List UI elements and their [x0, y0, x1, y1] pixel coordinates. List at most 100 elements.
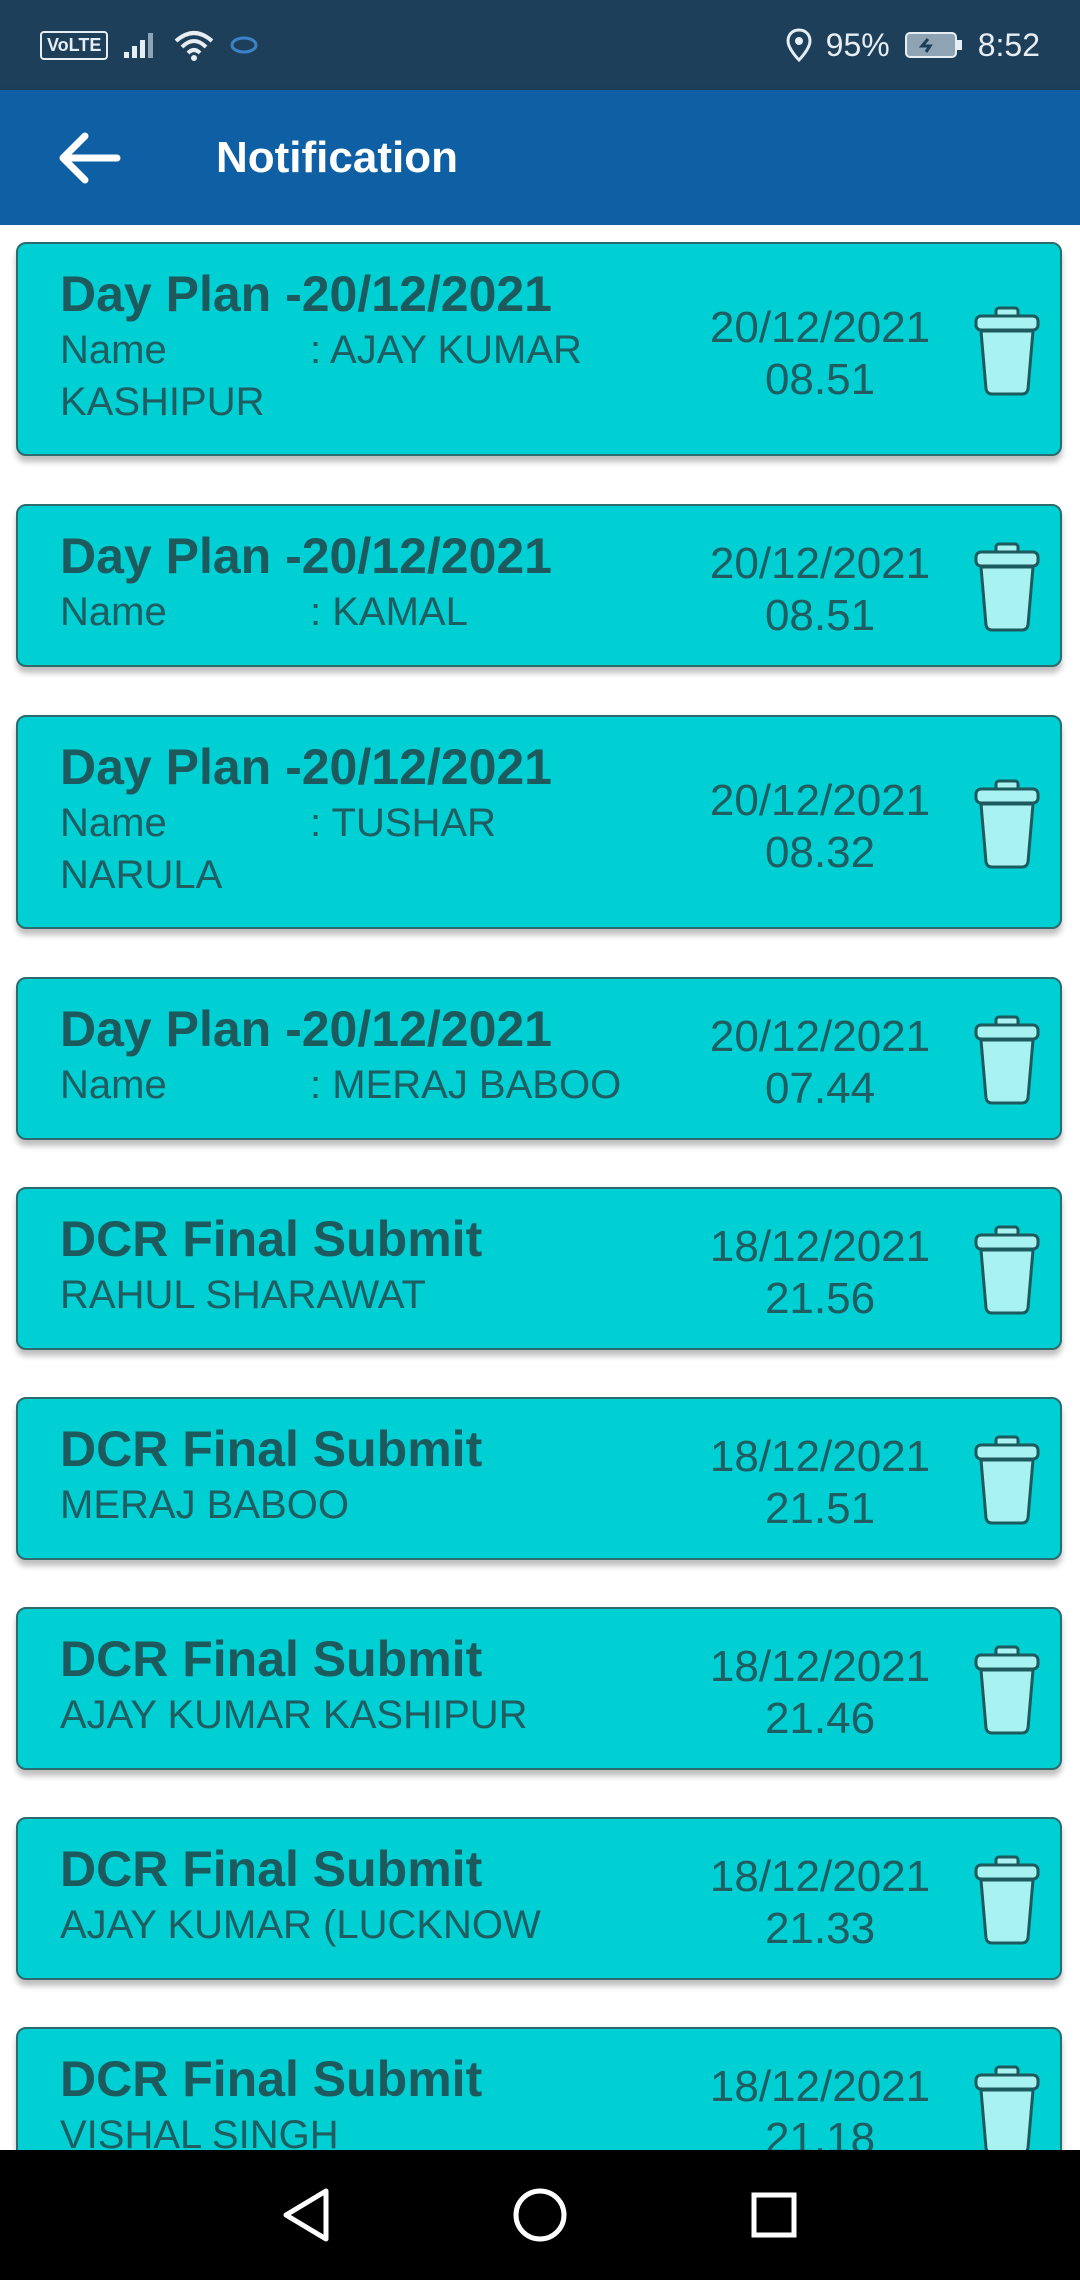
app-bar: Notification [0, 90, 1080, 225]
delete-button[interactable] [966, 1221, 1048, 1319]
notification-date: 20/12/2021 [709, 1012, 931, 1061]
location-icon [786, 28, 812, 62]
notification-name-line: Name: MERAJ BABOO [60, 1059, 660, 1111]
system-nav-bar [0, 2150, 1080, 2280]
delete-button[interactable] [966, 2061, 1048, 2150]
notification-name-line: Name: TUSHAR [60, 797, 660, 849]
back-triangle-icon [278, 2185, 334, 2245]
trash-icon [972, 1644, 1042, 1736]
notification-content: DCR Final Submit AJAY KUMAR KASHIPUR [60, 1629, 660, 1741]
notification-content: DCR Final Submit MERAJ BABOO [60, 1419, 660, 1531]
volte-badge: VoLTE [40, 30, 109, 60]
notification-time: 21.33 [764, 1904, 876, 1953]
notification-title: DCR Final Submit [60, 1421, 483, 1477]
name-label: Name [60, 801, 167, 845]
arrow-back-icon [53, 128, 123, 188]
name-value-continued: NARULA [60, 853, 223, 897]
delete-button[interactable] [966, 538, 1048, 636]
notification-text: AJAY KUMAR KASHIPUR [60, 1693, 528, 1737]
notification-date: 18/12/2021 [709, 1432, 931, 1481]
name-label: Name [60, 328, 167, 372]
trash-icon [972, 541, 1042, 633]
notification-content: DCR Final Submit AJAY KUMAR (LUCKNOW [60, 1839, 660, 1951]
notification-datetime: 18/12/2021 21.51 [690, 1431, 950, 1535]
notification-datetime: 20/12/2021 08.51 [690, 302, 950, 406]
name-value: KAMAL [332, 590, 468, 634]
home-circle-icon [510, 2185, 570, 2245]
notification-datetime: 18/12/2021 21.46 [690, 1641, 950, 1745]
notification-content: DCR Final Submit RAHUL SHARAWAT [60, 1209, 660, 1321]
notification-text: VISHAL SINGH [60, 2113, 339, 2150]
notification-card[interactable]: DCR Final Submit VISHAL SINGH 18/12/2021… [16, 2027, 1062, 2150]
notification-date: 18/12/2021 [709, 1642, 931, 1691]
notification-datetime: 20/12/2021 07.44 [690, 1011, 950, 1115]
notification-date: 20/12/2021 [709, 539, 931, 588]
notification-text: RAHUL SHARAWAT [60, 1273, 426, 1317]
notification-card[interactable]: Day Plan -20/12/2021 Name: AJAY KUMAR KA… [16, 242, 1062, 456]
notification-datetime: 20/12/2021 08.51 [690, 538, 950, 642]
status-right: 95% 8:52 [786, 27, 1040, 64]
notification-datetime: 18/12/2021 21.33 [690, 1851, 950, 1955]
recents-square-icon [746, 2187, 802, 2243]
notification-content: Day Plan -20/12/2021 Name: KAMAL [60, 526, 660, 638]
notification-content: Day Plan -20/12/2021 Name: TUSHAR NARULA [60, 737, 660, 901]
trash-icon [972, 1014, 1042, 1106]
battery-percent: 95% [825, 26, 890, 63]
trash-icon [972, 305, 1042, 397]
notification-datetime: 20/12/2021 08.32 [690, 775, 950, 879]
notification-card[interactable]: Day Plan -20/12/2021 Name: TUSHAR NARULA… [16, 715, 1062, 929]
notification-time: 08.51 [764, 355, 876, 404]
status-left: VoLTE [40, 29, 258, 61]
notification-title: Day Plan -20/12/2021 [60, 266, 552, 322]
name-label: Name [60, 1063, 167, 1107]
signal-icon [122, 30, 158, 60]
notification-title: Day Plan -20/12/2021 [60, 1001, 552, 1057]
notification-name-line: Name: AJAY KUMAR [60, 324, 660, 376]
wifi-icon [172, 29, 216, 61]
page-title: Notification [216, 132, 458, 182]
delete-button[interactable] [966, 775, 1048, 873]
notification-title: DCR Final Submit [60, 1631, 483, 1687]
name-label: Name [60, 590, 167, 634]
name-value: MERAJ BABOO [332, 1063, 622, 1107]
notification-date: 20/12/2021 [709, 303, 931, 352]
delete-button[interactable] [966, 1011, 1048, 1109]
notification-content: Day Plan -20/12/2021 Name: AJAY KUMAR KA… [60, 264, 660, 428]
name-value-continued: KASHIPUR [60, 380, 265, 424]
notification-content: DCR Final Submit VISHAL SINGH [60, 2049, 660, 2150]
trash-icon [972, 778, 1042, 870]
notification-card[interactable]: DCR Final Submit AJAY KUMAR KASHIPUR 18/… [16, 1607, 1062, 1770]
notification-date: 20/12/2021 [709, 776, 931, 825]
delete-button[interactable] [966, 1851, 1048, 1949]
back-button[interactable] [40, 110, 136, 206]
notification-text: MERAJ BABOO [60, 1483, 349, 1527]
notification-card[interactable]: Day Plan -20/12/2021 Name: MERAJ BABOO 2… [16, 977, 1062, 1140]
notification-card[interactable]: DCR Final Submit RAHUL SHARAWAT 18/12/20… [16, 1187, 1062, 1350]
notification-card[interactable]: DCR Final Submit MERAJ BABOO 18/12/2021 … [16, 1397, 1062, 1560]
notification-time: 07.44 [764, 1064, 876, 1113]
delete-button[interactable] [966, 1431, 1048, 1529]
notification-text: AJAY KUMAR (LUCKNOW [60, 1903, 541, 1947]
notification-date: 18/12/2021 [709, 1222, 931, 1271]
notification-time: 08.51 [764, 591, 876, 640]
nav-recents-button[interactable] [732, 2173, 816, 2257]
name-separator: : [310, 590, 322, 634]
notification-datetime: 18/12/2021 21.18 [690, 2061, 950, 2150]
notification-title: DCR Final Submit [60, 1211, 483, 1267]
trash-icon [972, 1434, 1042, 1526]
delete-button[interactable] [966, 302, 1048, 400]
notification-time: 21.56 [764, 1274, 876, 1323]
notification-time: 21.51 [764, 1484, 876, 1533]
notification-title: DCR Final Submit [60, 2051, 483, 2107]
data-arrows-icon [230, 33, 258, 57]
notification-card[interactable]: DCR Final Submit AJAY KUMAR (LUCKNOW 18/… [16, 1817, 1062, 1980]
notification-list[interactable]: Day Plan -20/12/2021 Name: AJAY KUMAR KA… [0, 225, 1080, 2150]
trash-icon [972, 1854, 1042, 1946]
delete-button[interactable] [966, 1641, 1048, 1739]
trash-icon [972, 2064, 1042, 2150]
notification-card[interactable]: Day Plan -20/12/2021 Name: KAMAL 20/12/2… [16, 504, 1062, 667]
nav-back-button[interactable] [264, 2173, 348, 2257]
notification-content: Day Plan -20/12/2021 Name: MERAJ BABOO [60, 999, 660, 1111]
nav-home-button[interactable] [498, 2173, 582, 2257]
name-value: AJAY KUMAR [330, 328, 582, 372]
